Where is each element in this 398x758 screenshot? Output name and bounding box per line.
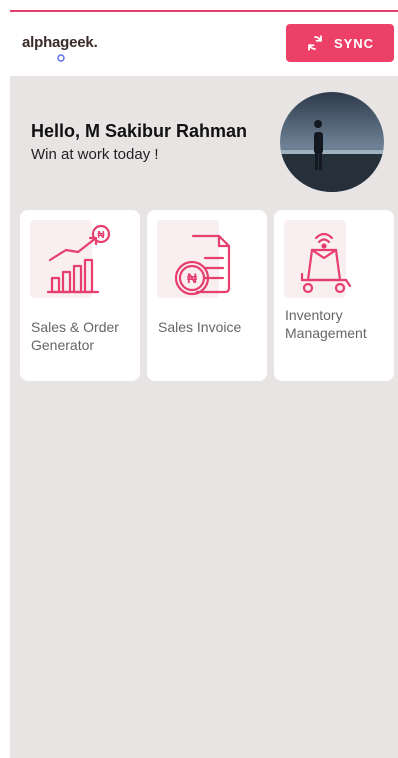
alphageek-logo: alphageek. — [22, 34, 98, 51]
feature-cards: ₦ Sales & Order Generator ₦ Sales Invoic… — [20, 210, 396, 382]
svg-text:₦: ₦ — [187, 270, 197, 286]
svg-text:₦: ₦ — [97, 230, 105, 241]
card-inventory-management[interactable]: Inventory Management — [274, 210, 394, 381]
greeting-title: Hello, M Sakibur Rahman — [31, 121, 248, 141]
sales-growth-icon: ₦ — [30, 220, 112, 300]
card-sales-invoice[interactable]: ₦ Sales Invoice — [147, 210, 267, 381]
sync-button[interactable]: SYNC — [286, 24, 394, 62]
card-label: Sales Invoice — [158, 319, 242, 335]
sync-button-label: SYNC — [333, 35, 375, 51]
greeting-subtitle: Win at work today ! — [31, 146, 159, 163]
profile-avatar[interactable] — [280, 92, 384, 192]
inventory-icon — [284, 220, 366, 300]
sync-icon — [308, 35, 322, 51]
card-label: Sales & Order Generator — [31, 319, 119, 353]
profile-photo — [280, 92, 384, 192]
logo-ring-icon — [57, 54, 65, 62]
header: alphageek. SYNC — [10, 12, 398, 76]
app-screen: alphageek. SYNC Hello, M Sakibur Rahman … — [10, 0, 398, 758]
invoice-icon: ₦ — [157, 220, 239, 300]
main-content: Hello, M Sakibur Rahman Win at work toda… — [10, 76, 398, 758]
greeting-block: Hello, M Sakibur Rahman Win at work toda… — [31, 121, 247, 163]
card-label: Inventory Management — [285, 307, 367, 341]
card-sales-order-generator[interactable]: ₦ Sales & Order Generator — [20, 210, 140, 381]
